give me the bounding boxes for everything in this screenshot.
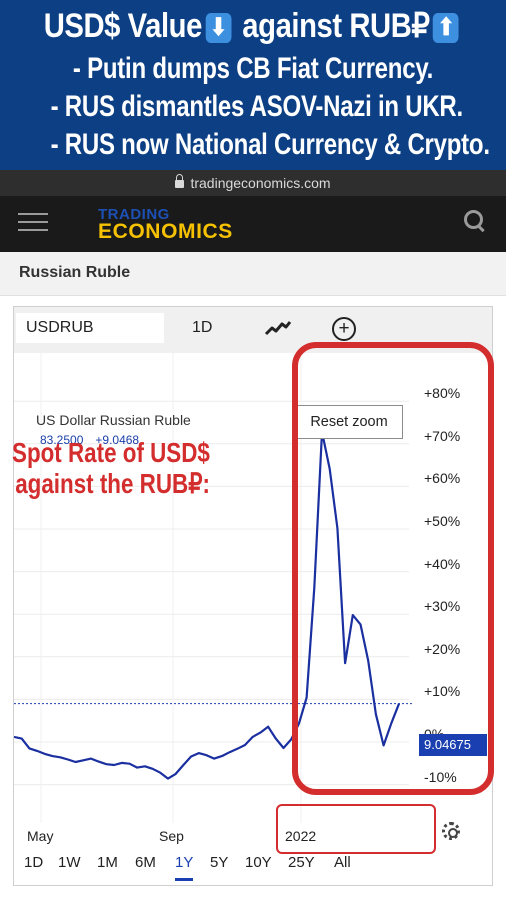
- timeframe-selector[interactable]: 1D: [192, 313, 212, 343]
- annotation-text: Spot Rate of USD$ against the RUB₽:: [12, 437, 210, 499]
- banner-line-3: - RUS dismantles ASOV-Nazi in UKR.: [50, 90, 464, 123]
- hamburger-icon[interactable]: [18, 213, 48, 233]
- page-title: Russian Ruble: [19, 264, 131, 281]
- period-25y[interactable]: 25Y: [288, 854, 315, 871]
- period-1d[interactable]: 1D: [24, 854, 43, 871]
- line-chart-icon[interactable]: [264, 319, 292, 337]
- x-tick-label: May: [27, 828, 54, 844]
- annotation-line-2: against the RUB₽:: [15, 468, 210, 499]
- x-tick-label: Sep: [159, 828, 184, 844]
- period-1y[interactable]: 1Y: [175, 854, 194, 881]
- period-6m[interactable]: 6M: [135, 854, 156, 871]
- period-selector: 1D 1W 1M 6M 1Y 5Y 10Y 25Y All: [14, 854, 492, 884]
- up-arrow-icon: ⬆: [433, 13, 459, 44]
- period-10y[interactable]: 10Y: [245, 854, 272, 871]
- page-title-bar: Russian Ruble: [0, 252, 506, 296]
- search-icon[interactable]: [462, 208, 488, 234]
- period-1m[interactable]: 1M: [97, 854, 118, 871]
- banner-line-1-text-b: against RUB₽: [234, 7, 430, 45]
- site-logo[interactable]: TRADING ECONOMICS: [98, 207, 233, 242]
- period-1w[interactable]: 1W: [58, 854, 81, 871]
- meme-banner: USD$ Value ⬇ against RUB₽ ⬆ - Putin dumps …: [0, 0, 506, 170]
- period-all[interactable]: All: [334, 854, 351, 871]
- plus-circle-icon[interactable]: +: [332, 317, 356, 341]
- gear-icon[interactable]: [442, 822, 460, 840]
- banner-line-1: USD$ Value ⬇ against RUB₽ ⬆: [35, 6, 470, 46]
- browser-address-bar[interactable]: tradingeconomics.com: [0, 170, 506, 196]
- logo-bottom-text: ECONOMICS: [98, 220, 233, 243]
- banner-line-1-text-a: USD$ Value: [43, 7, 203, 45]
- annotation-highlight-box: [292, 342, 494, 795]
- period-5y[interactable]: 5Y: [210, 854, 228, 871]
- annotation-highlight-box-year: [276, 804, 436, 854]
- banner-line-2: - Putin dumps CB Fiat Currency.: [72, 52, 434, 85]
- url-text: tradingeconomics.com: [190, 175, 331, 191]
- site-header: TRADING ECONOMICS: [0, 196, 506, 252]
- annotation-line-1: Spot Rate of USD$: [12, 437, 210, 468]
- lock-icon: [175, 174, 185, 189]
- banner-line-4: - RUS now National Currency & Crypto.: [50, 128, 490, 161]
- legend-series-name: US Dollar Russian Ruble: [36, 412, 191, 428]
- symbol-input[interactable]: USDRUB: [16, 313, 164, 343]
- down-arrow-icon: ⬇: [205, 13, 232, 44]
